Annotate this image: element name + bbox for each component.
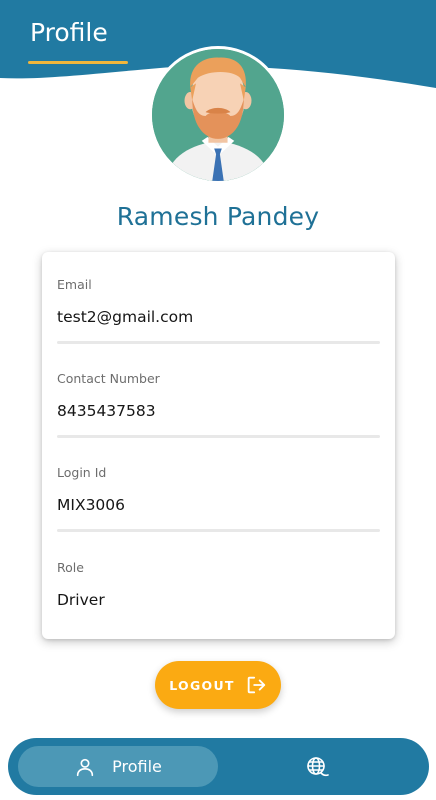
nav-profile-label: Profile: [112, 757, 162, 776]
bearded-man-avatar-icon: [152, 49, 284, 181]
bottom-navigation: Profile: [8, 738, 429, 795]
title-underline: [28, 61, 128, 64]
email-divider: [57, 341, 380, 344]
nav-item-profile[interactable]: Profile: [18, 746, 218, 787]
user-icon: [76, 758, 94, 776]
email-field: Email test2@gmail.com: [57, 277, 380, 344]
profile-info-card: Email test2@gmail.com Contact Number 843…: [42, 252, 395, 639]
login-id-value: MIX3006: [57, 496, 126, 514]
contact-number-divider: [57, 435, 380, 438]
role-value: Driver: [57, 591, 105, 609]
login-id-label: Login Id: [57, 465, 107, 480]
contact-number-label: Contact Number: [57, 371, 160, 386]
globe-icon[interactable]: [304, 754, 330, 780]
logout-label: LOGOUT: [169, 677, 235, 693]
login-id-divider: [57, 529, 380, 532]
role-label: Role: [57, 560, 84, 575]
login-id-field: Login Id MIX3006: [57, 465, 380, 532]
user-name: Ramesh Pandey: [116, 202, 320, 231]
email-label: Email: [57, 277, 92, 292]
email-value: test2@gmail.com: [57, 308, 194, 326]
contact-number-value: 8435437583: [57, 402, 156, 420]
role-field: Role Driver: [57, 560, 380, 609]
avatar: [149, 46, 287, 184]
logout-button[interactable]: LOGOUT: [155, 661, 281, 709]
logout-icon: [247, 676, 265, 694]
contact-number-field: Contact Number 8435437583: [57, 371, 380, 438]
page-title: Profile: [30, 18, 108, 47]
